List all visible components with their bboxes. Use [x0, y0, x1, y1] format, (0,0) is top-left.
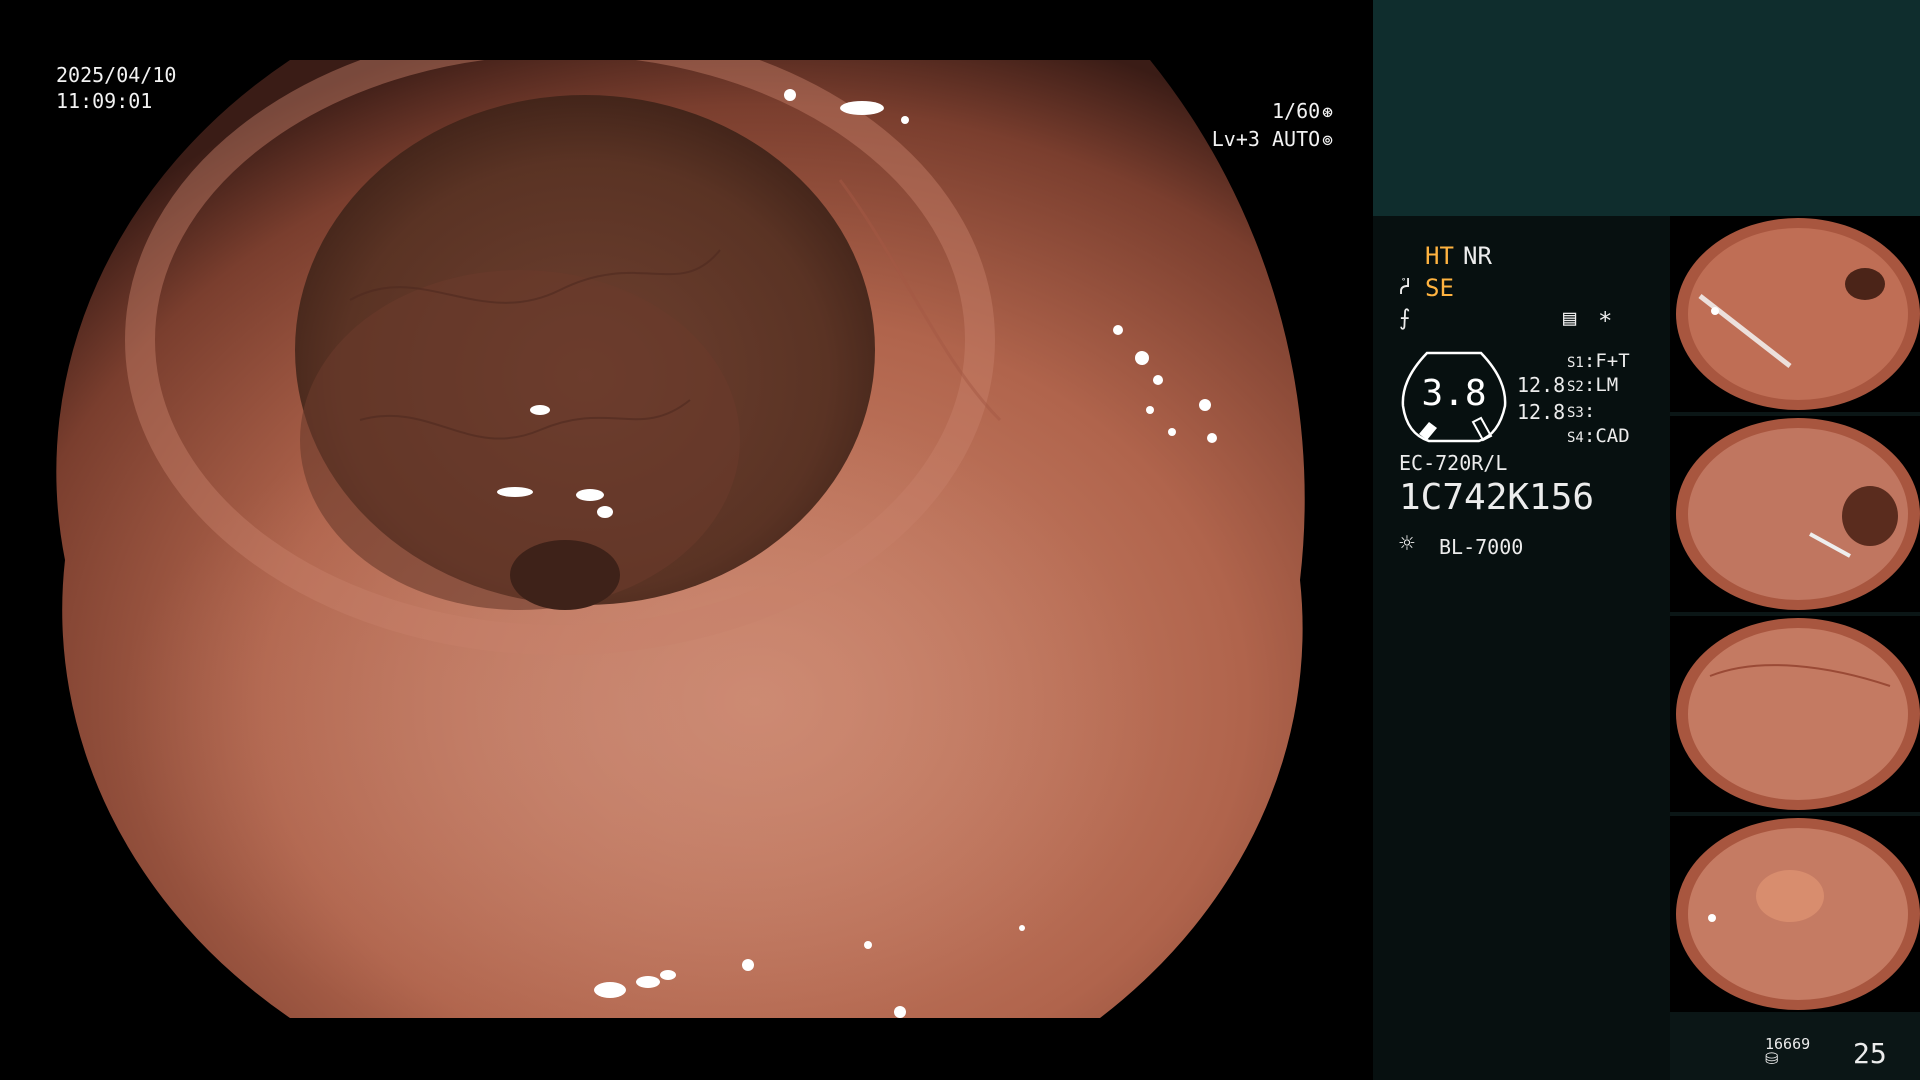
- aperture-icon: ⊛: [1322, 102, 1333, 123]
- zoom-mark-upper: 12.8: [1517, 373, 1566, 397]
- switch-s1: S1:F+T: [1567, 350, 1630, 372]
- captured-thumbnail[interactable]: [1670, 616, 1920, 812]
- endoscopic-image: [56, 60, 1305, 1018]
- endoscope-live-view: 2025/04/10 11:09:01 1/60 ⊛ Lv+3 AUTO ⊚: [0, 0, 1373, 1080]
- exam-time: 11:09:01: [56, 89, 153, 113]
- mode-ht-label: HT: [1425, 242, 1454, 270]
- scope-model: EC-720R/L: [1399, 451, 1508, 475]
- date-time-overlay: 2025/04/10 11:09:01: [56, 62, 176, 114]
- info-panel: HT NR ᢾ SE ⨍ ▤ * 3.8 12.8 12.8 S1:F+T S2…: [1373, 0, 1920, 1080]
- settings-area: [1373, 216, 1670, 1080]
- iris-row: Lv+3 AUTO ⊚: [1212, 126, 1333, 154]
- switch-s3: S3:: [1567, 400, 1596, 422]
- captured-thumbnail[interactable]: [1670, 416, 1920, 612]
- thumbnail-image: [1676, 818, 1920, 1010]
- thumbnail-image: [1676, 218, 1920, 410]
- shutter-row: 1/60 ⊛: [1212, 98, 1333, 126]
- freeze-icon: ⨍: [1399, 306, 1411, 331]
- mode-se-label: SE: [1425, 274, 1454, 302]
- thumbnail-image: [1676, 418, 1920, 610]
- zoom-value: 3.8: [1421, 373, 1487, 414]
- captured-image-count: 25: [1853, 1037, 1887, 1070]
- iris-mode: AUTO: [1271, 127, 1321, 151]
- shutter-speed: 1/60: [1271, 99, 1321, 123]
- thumbnail-image: [1676, 618, 1920, 810]
- menu-icon: ▤: [1563, 306, 1577, 331]
- asterisk-marker: *: [1598, 307, 1613, 335]
- light-source-icon: ☼: [1399, 529, 1415, 559]
- switch-s2: S2:LM: [1567, 374, 1619, 396]
- exam-date: 2025/04/10: [56, 63, 177, 87]
- brightness-level: Lv+3: [1211, 127, 1260, 151]
- scope-serial: 1C742K156: [1399, 477, 1595, 518]
- storage-icon: ⛁: [1765, 1049, 1779, 1068]
- zoom-mark-lower: 12.8: [1517, 400, 1566, 424]
- mode-nr-label: NR: [1463, 242, 1492, 270]
- iris-icon: ⊚: [1322, 130, 1333, 151]
- switch-s4: S4:CAD: [1567, 425, 1630, 447]
- panel-header-area: [1373, 0, 1920, 216]
- exposure-overlay: 1/60 ⊛ Lv+3 AUTO ⊚: [1212, 98, 1333, 154]
- enhance-icon: ᢾ: [1399, 275, 1411, 300]
- light-source-model: BL-7000: [1439, 535, 1524, 559]
- captured-thumbnail[interactable]: [1670, 216, 1920, 412]
- captured-thumbnail[interactable]: [1670, 816, 1920, 1012]
